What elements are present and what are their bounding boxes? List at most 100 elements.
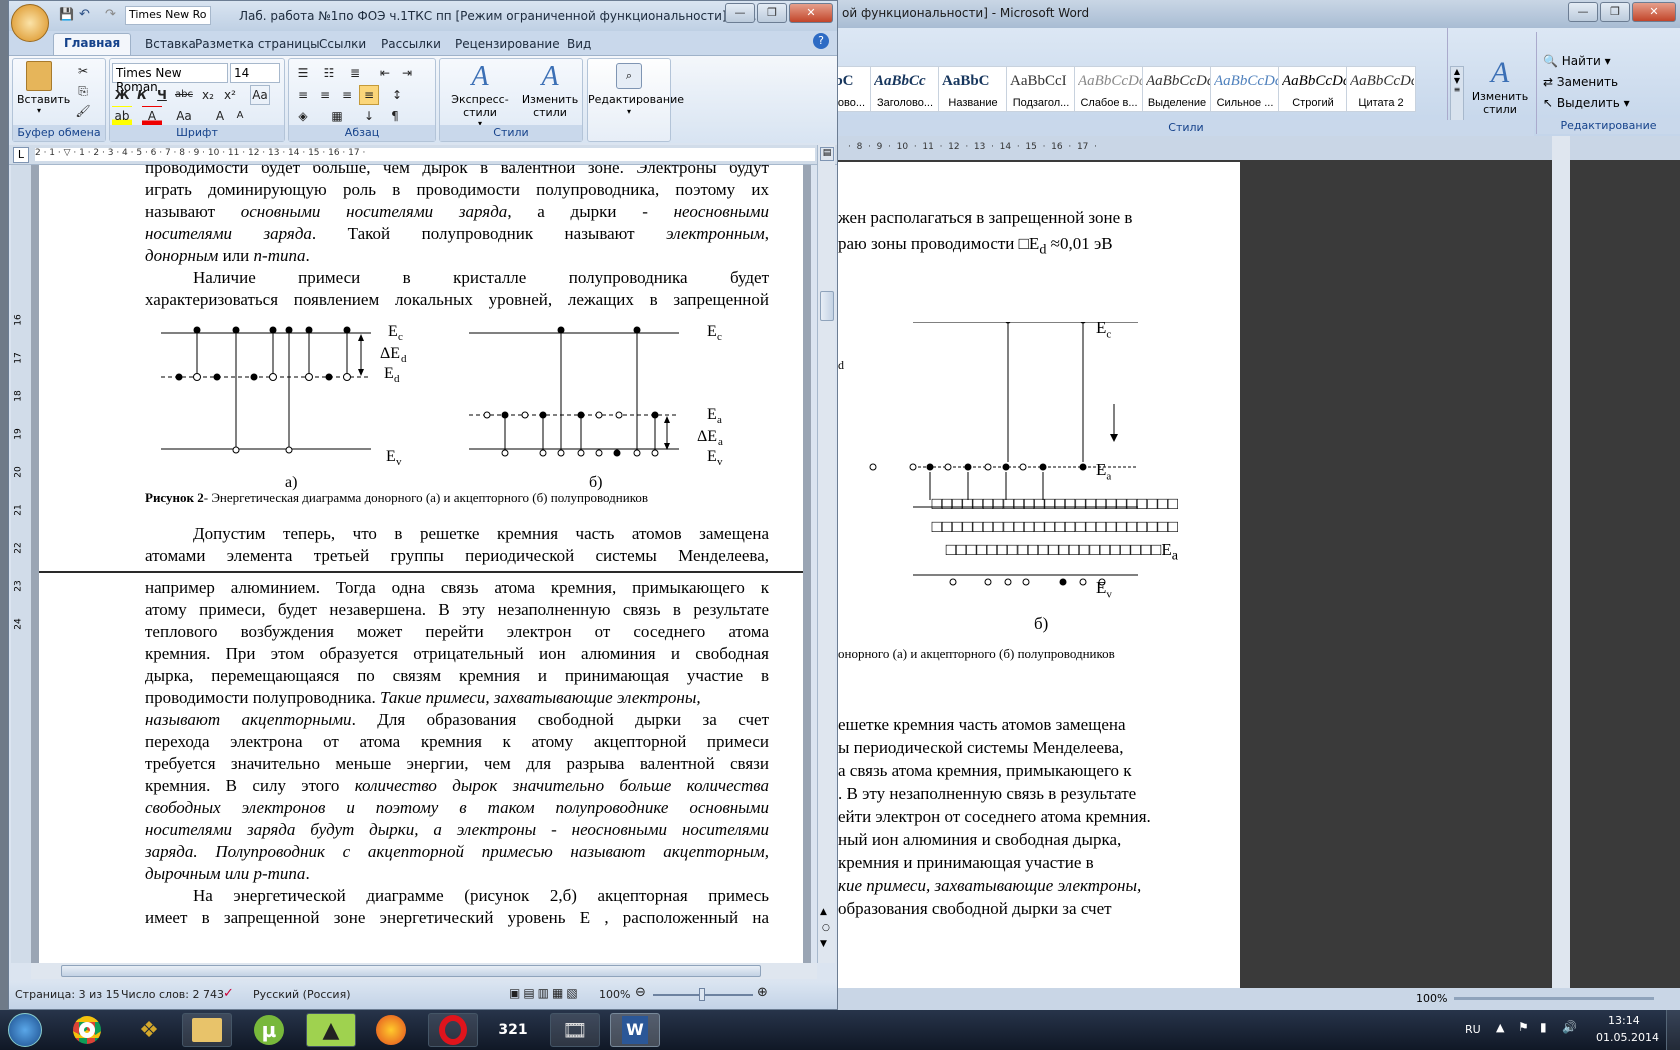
tab-selector[interactable]: L <box>13 147 29 163</box>
hscroll-thumb[interactable] <box>61 965 761 977</box>
bg-restore-button[interactable]: ❐ <box>1600 2 1630 22</box>
redo-icon[interactable]: ↷ <box>105 7 116 22</box>
app-taskbar-icon[interactable]: ▲ <box>306 1013 356 1047</box>
show-desktop-button[interactable] <box>1666 1010 1680 1050</box>
format-painter-icon[interactable]: 🖌 <box>73 101 93 121</box>
bg-replace-button[interactable]: ⇄ Заменить <box>1543 75 1618 89</box>
font-name-combo[interactable]: Times New Roman <box>112 63 228 94</box>
shading-icon[interactable]: ◈ <box>293 106 313 126</box>
bg-vertical-scrollbar[interactable] <box>1552 136 1570 988</box>
style-gallery-item[interactable]: AaBbCcDc Сильное ... <box>1210 66 1280 112</box>
minimize-button[interactable]: — <box>725 3 755 23</box>
explorer-taskbar-icon[interactable] <box>182 1013 232 1047</box>
style-gallery-item[interactable]: AaBbCcDc Слабое в... <box>1074 66 1144 112</box>
style-gallery-item[interactable]: AaBbCcDc Строгий <box>1278 66 1348 112</box>
page-count[interactable]: Страница: 3 из 15 <box>15 988 120 1001</box>
close-button[interactable]: ✕ <box>789 3 833 23</box>
show-marks-icon[interactable]: ¶ <box>385 106 405 126</box>
bg-select-button[interactable]: ↖ Выделить ▾ <box>1543 96 1630 110</box>
prev-page-icon[interactable]: ▲ <box>820 907 827 917</box>
save-icon[interactable]: 💾 <box>59 7 74 21</box>
tab-0[interactable]: Главная <box>53 33 132 55</box>
firefox-taskbar-icon[interactable] <box>366 1013 416 1047</box>
bg-gallery-scroll[interactable]: ▲ ▼ ≡ <box>1450 66 1464 128</box>
multilevel-icon[interactable]: ≣ <box>345 63 365 83</box>
document-page[interactable]: проводимости будет больше, чем дырок в в… <box>39 165 803 963</box>
language-status[interactable]: Русский (Россия) <box>253 988 351 1001</box>
increase-indent-icon[interactable]: ⇥ <box>397 63 417 83</box>
emblem-taskbar-icon[interactable]: ❖ <box>124 1013 174 1047</box>
browse-object-icon[interactable]: ○ <box>822 923 830 933</box>
tab-2[interactable]: Разметка страницы <box>185 35 330 53</box>
justify-icon[interactable]: ≡ <box>359 85 379 105</box>
style-gallery-item[interactable]: AaBbCc Заголово... <box>870 66 940 112</box>
word-taskbar-icon[interactable]: W <box>610 1013 660 1047</box>
align-left-icon[interactable]: ≡ <box>293 85 313 105</box>
clock-time[interactable]: 13:14 <box>1608 1014 1640 1027</box>
bg-minimize-button[interactable]: — <box>1568 2 1598 22</box>
bg-find-button[interactable]: 🔍 Найти ▾ <box>1543 54 1611 68</box>
scroll-thumb[interactable] <box>820 291 834 321</box>
grow-font-icon[interactable]: A <box>210 106 230 126</box>
tab-5[interactable]: Рецензирование <box>445 35 570 53</box>
undo-icon[interactable]: ↶ <box>79 7 90 22</box>
style-gallery-item[interactable]: AaBbCcDc Цитата 2 <box>1346 66 1416 112</box>
numbering-icon[interactable]: ☷ <box>319 63 339 83</box>
sort-icon[interactable]: ↓ <box>359 106 379 126</box>
change-styles-button[interactable]: A Изменить стили <box>520 61 580 119</box>
spelling-icon[interactable]: ✓ <box>223 986 234 1001</box>
zoom-level[interactable]: 100% <box>599 988 630 1001</box>
help-icon[interactable]: ? <box>813 33 829 49</box>
italic-icon[interactable]: К <box>132 85 152 105</box>
next-page-icon[interactable]: ▼ <box>820 939 827 949</box>
shrink-font-icon[interactable]: A <box>230 106 250 126</box>
zoom-slider-thumb[interactable] <box>699 988 705 1001</box>
clear-format-icon[interactable]: Aa <box>250 85 270 105</box>
align-center-icon[interactable]: ≡ <box>315 85 335 105</box>
tab-4[interactable]: Рассылки <box>371 35 451 53</box>
highlight-icon[interactable]: ab <box>112 106 132 126</box>
start-button[interactable] <box>2 1013 48 1047</box>
copy-icon[interactable]: ⎘ <box>73 81 93 101</box>
line-spacing-icon[interactable]: ↕ <box>387 85 407 105</box>
decrease-indent-icon[interactable]: ⇤ <box>375 63 395 83</box>
clock-date[interactable]: 01.05.2014 <box>1596 1031 1659 1044</box>
vertical-scrollbar[interactable]: ▤ ▲ ○ ▼ <box>817 145 835 963</box>
ruler-toggle-icon[interactable]: ▤ <box>820 147 834 161</box>
horizontal-scrollbar[interactable] <box>31 963 817 979</box>
qat-font-combo[interactable]: Times New Ro <box>125 6 211 25</box>
strikethrough-icon[interactable]: abc <box>174 85 194 105</box>
tab-6[interactable]: Вид <box>557 35 601 53</box>
flag-icon[interactable]: ⚑ <box>1518 1020 1529 1034</box>
restore-button[interactable]: ❐ <box>757 3 787 23</box>
office-button[interactable] <box>11 4 49 42</box>
bg-close-button[interactable]: ✕ <box>1632 2 1676 22</box>
tray-arrow-icon[interactable]: ▲ <box>1496 1021 1504 1034</box>
zoom-in-icon[interactable]: ⊕ <box>757 985 768 1000</box>
style-gallery-item[interactable]: AaBbCcDc Выделение <box>1142 66 1212 112</box>
chrome-taskbar-icon[interactable] <box>62 1013 112 1047</box>
superscript-icon[interactable]: x² <box>220 85 240 105</box>
underline-icon[interactable]: Ч <box>152 85 172 105</box>
align-right-icon[interactable]: ≡ <box>337 85 357 105</box>
view-buttons[interactable]: ▣▤▥▦▧ <box>509 986 581 1000</box>
style-gallery-item[interactable]: AaBbCcI Подзагол... <box>1006 66 1076 112</box>
media-taskbar-icon[interactable]: 🎞 <box>550 1013 600 1047</box>
opera-taskbar-icon[interactable] <box>428 1013 478 1047</box>
express-styles-button[interactable]: A Экспресс-стили ▾ <box>442 61 518 128</box>
utorrent-taskbar-icon[interactable]: µ <box>244 1013 294 1047</box>
bullets-icon[interactable]: ☰ <box>293 63 313 83</box>
subscript-icon[interactable]: x₂ <box>198 85 218 105</box>
input-language[interactable]: RU <box>1465 1023 1481 1036</box>
volume-icon[interactable]: 🔊 <box>1562 1020 1577 1034</box>
editing-group[interactable]: ⌕ Редактирование ▾ <box>587 58 684 142</box>
font-color-icon[interactable]: A <box>142 106 162 126</box>
style-gallery-item[interactable]: AaBbC Название <box>938 66 1008 112</box>
borders-icon[interactable]: ▦ <box>327 106 347 126</box>
cut-icon[interactable]: ✂ <box>73 61 93 81</box>
calendar-taskbar-icon[interactable]: 321 <box>488 1013 538 1047</box>
network-icon[interactable]: ▮ <box>1540 1020 1547 1034</box>
paste-button[interactable]: Вставить ▾ <box>17 61 70 123</box>
change-case-icon[interactable]: Aa <box>174 106 194 126</box>
font-size-combo[interactable]: 14 <box>230 63 280 83</box>
